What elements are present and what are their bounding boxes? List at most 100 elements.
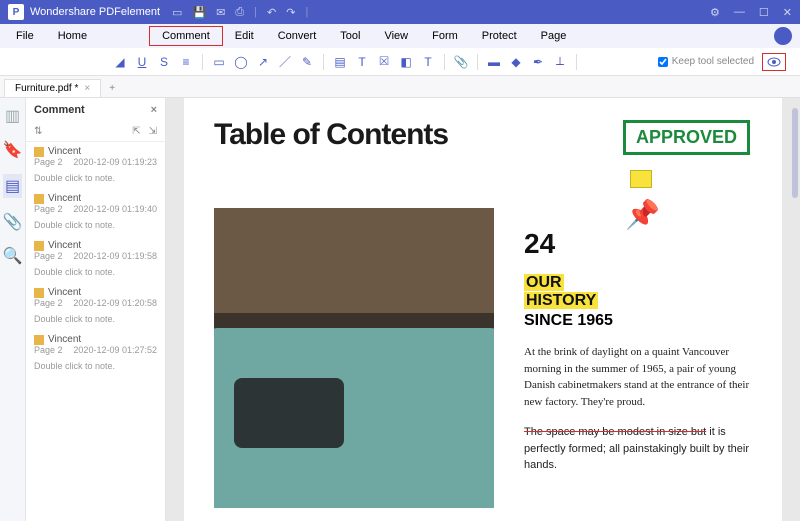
line-icon[interactable]: ／ bbox=[275, 52, 295, 72]
attachments-panel-icon[interactable]: 📎 bbox=[3, 212, 23, 232]
comment-entry[interactable]: Vincent Page 22020-12-09 01:19:58 bbox=[26, 236, 165, 265]
sticky-note-icon[interactable] bbox=[630, 170, 652, 188]
comments-sidebar: Comment × ⇅ ⇱ ⇲ Vincent Page 22020-12-09… bbox=[26, 98, 166, 521]
textbox-icon[interactable]: T bbox=[352, 52, 372, 72]
comment-entry[interactable]: Vincent Page 2 2020-12-09 01:19:23 bbox=[26, 142, 165, 171]
expand-icon[interactable]: ⇱ bbox=[132, 126, 140, 137]
comment-toolbar: ◢ U S ≡ ▭ ◯ ↗ ／ ✎ ▤ T ⮽ ◧ T 📎 ▬ ◆ ✒ ⟂ Ke… bbox=[0, 48, 800, 76]
area-highlight-icon[interactable]: ◧ bbox=[396, 52, 416, 72]
maximize-icon[interactable]: ☐ bbox=[759, 6, 769, 19]
search-icon[interactable]: 🔍 bbox=[3, 246, 23, 266]
comment-type-icon bbox=[34, 194, 44, 204]
caret-icon[interactable]: ≡ bbox=[176, 52, 196, 72]
bookmarks-icon[interactable]: 🔖 bbox=[3, 140, 23, 160]
menu-comment[interactable]: Comment bbox=[149, 26, 223, 46]
comment-time: 2020-12-09 01:19:23 bbox=[73, 157, 157, 167]
comment-type-icon bbox=[34, 335, 44, 345]
content-image bbox=[214, 208, 494, 508]
oval-icon[interactable]: ◯ bbox=[231, 52, 251, 72]
user-avatar[interactable] bbox=[774, 27, 792, 45]
menu-home[interactable]: Home bbox=[46, 27, 99, 45]
measure-icon[interactable]: ⟂ bbox=[550, 52, 570, 72]
strikeout-text[interactable]: The space may be modest in size but bbox=[524, 426, 706, 438]
subtitle: SINCE 1965 bbox=[524, 312, 750, 330]
signature-icon[interactable]: ✒ bbox=[528, 52, 548, 72]
save-icon[interactable]: 💾 bbox=[192, 6, 206, 19]
sidebar-close-icon[interactable]: × bbox=[151, 104, 157, 116]
redo-icon[interactable]: ↷ bbox=[286, 6, 295, 19]
menu-form[interactable]: Form bbox=[420, 27, 470, 45]
highlighted-text[interactable]: OUR bbox=[524, 274, 564, 291]
open-icon[interactable]: ▭ bbox=[172, 6, 182, 19]
arrow-icon[interactable]: ↗ bbox=[253, 52, 273, 72]
comment-note: Double click to note. bbox=[26, 359, 165, 377]
strikeout-icon[interactable]: S bbox=[154, 52, 174, 72]
collapse-icon[interactable]: ⇲ bbox=[149, 126, 157, 137]
pushpin-icon[interactable]: 📌 bbox=[625, 198, 660, 231]
page: Table of Contents APPROVED 📌 24 OUR HIST… bbox=[184, 98, 782, 521]
approved-stamp[interactable]: APPROVED bbox=[623, 120, 750, 155]
mail-icon[interactable]: ✉ bbox=[216, 6, 225, 19]
comment-entry[interactable]: Vincent Page 22020-12-09 01:20:58 bbox=[26, 283, 165, 312]
comment-time: 2020-12-09 01:19:58 bbox=[73, 251, 157, 261]
comment-type-icon bbox=[34, 147, 44, 157]
stamp-icon[interactable]: ▬ bbox=[484, 52, 504, 72]
document-canvas[interactable]: Table of Contents APPROVED 📌 24 OUR HIST… bbox=[166, 98, 800, 521]
menu-view[interactable]: View bbox=[372, 27, 420, 45]
menu-file[interactable]: File bbox=[4, 27, 46, 45]
typewriter-icon[interactable]: T bbox=[418, 52, 438, 72]
highlight-icon[interactable]: ◢ bbox=[110, 52, 130, 72]
app-logo: P bbox=[8, 4, 24, 20]
comments-panel-icon[interactable]: ▤ bbox=[3, 174, 22, 198]
highlighted-text[interactable]: HISTORY bbox=[524, 292, 598, 309]
comment-user: Vincent bbox=[48, 334, 81, 345]
menu-convert[interactable]: Convert bbox=[266, 27, 329, 45]
minimize-icon[interactable]: — bbox=[734, 6, 745, 19]
comment-page: Page 2 bbox=[34, 345, 63, 355]
eraser-icon[interactable]: ◆ bbox=[506, 52, 526, 72]
callout-icon[interactable]: ⮽ bbox=[374, 52, 394, 72]
menu-edit[interactable]: Edit bbox=[223, 27, 266, 45]
settings-icon[interactable]: ⚙ bbox=[710, 6, 720, 19]
new-tab-button[interactable]: + bbox=[101, 80, 123, 97]
print-icon[interactable]: ⎙ bbox=[235, 6, 244, 19]
comment-time: 2020-12-09 01:19:40 bbox=[73, 204, 157, 214]
close-icon[interactable]: ✕ bbox=[783, 6, 792, 19]
scrollbar[interactable] bbox=[792, 108, 798, 198]
keep-tool-checkbox[interactable]: Keep tool selected bbox=[658, 56, 754, 67]
left-rail: ▥ 🔖 ▤ 📎 🔍 bbox=[0, 98, 26, 521]
body-text: The space may be modest in size but it i… bbox=[524, 424, 750, 474]
menubar: File Home Comment Edit Convert Tool View… bbox=[0, 24, 800, 48]
comment-type-icon bbox=[34, 288, 44, 298]
comment-page: Page 2 bbox=[34, 157, 63, 167]
rect-icon[interactable]: ▭ bbox=[209, 52, 229, 72]
hide-annotations-button[interactable] bbox=[762, 53, 786, 71]
menu-page[interactable]: Page bbox=[529, 27, 579, 45]
comment-note: Double click to note. bbox=[26, 312, 165, 330]
comment-time: 2020-12-09 01:20:58 bbox=[73, 298, 157, 308]
note-icon[interactable]: ▤ bbox=[330, 52, 350, 72]
sidebar-title: Comment bbox=[34, 104, 85, 116]
document-tab[interactable]: Furniture.pdf * × bbox=[4, 79, 101, 97]
comment-user: Vincent bbox=[48, 146, 81, 157]
sort-icon[interactable]: ⇅ bbox=[34, 126, 42, 137]
tab-close-icon[interactable]: × bbox=[84, 83, 90, 94]
comment-entry[interactable]: Vincent Page 2 2020-12-09 01:27:52 bbox=[26, 330, 165, 359]
comment-note: Double click to note. bbox=[26, 265, 165, 283]
pencil-icon[interactable]: ✎ bbox=[297, 52, 317, 72]
underline-icon[interactable]: U bbox=[132, 52, 152, 72]
menu-protect[interactable]: Protect bbox=[470, 27, 529, 45]
comment-note: Double click to note. bbox=[26, 171, 165, 189]
comment-page: Page 2 bbox=[34, 204, 63, 214]
undo-icon[interactable]: ↶ bbox=[267, 6, 276, 19]
comment-entry[interactable]: Vincent Page 22020-12-09 01:19:40 bbox=[26, 189, 165, 218]
attachment-icon[interactable]: 📎 bbox=[451, 52, 471, 72]
thumbnails-icon[interactable]: ▥ bbox=[5, 106, 20, 126]
comment-time: 2020-12-09 01:27:52 bbox=[73, 345, 157, 355]
comment-user: Vincent bbox=[48, 240, 81, 251]
titlebar: P Wondershare PDFelement ▭ 💾 ✉ ⎙ | ↶ ↷ |… bbox=[0, 0, 800, 24]
document-tabs: Furniture.pdf * × + bbox=[0, 76, 800, 98]
app-title: Wondershare PDFelement bbox=[30, 6, 160, 18]
menu-tool[interactable]: Tool bbox=[328, 27, 372, 45]
comment-user: Vincent bbox=[48, 287, 81, 298]
